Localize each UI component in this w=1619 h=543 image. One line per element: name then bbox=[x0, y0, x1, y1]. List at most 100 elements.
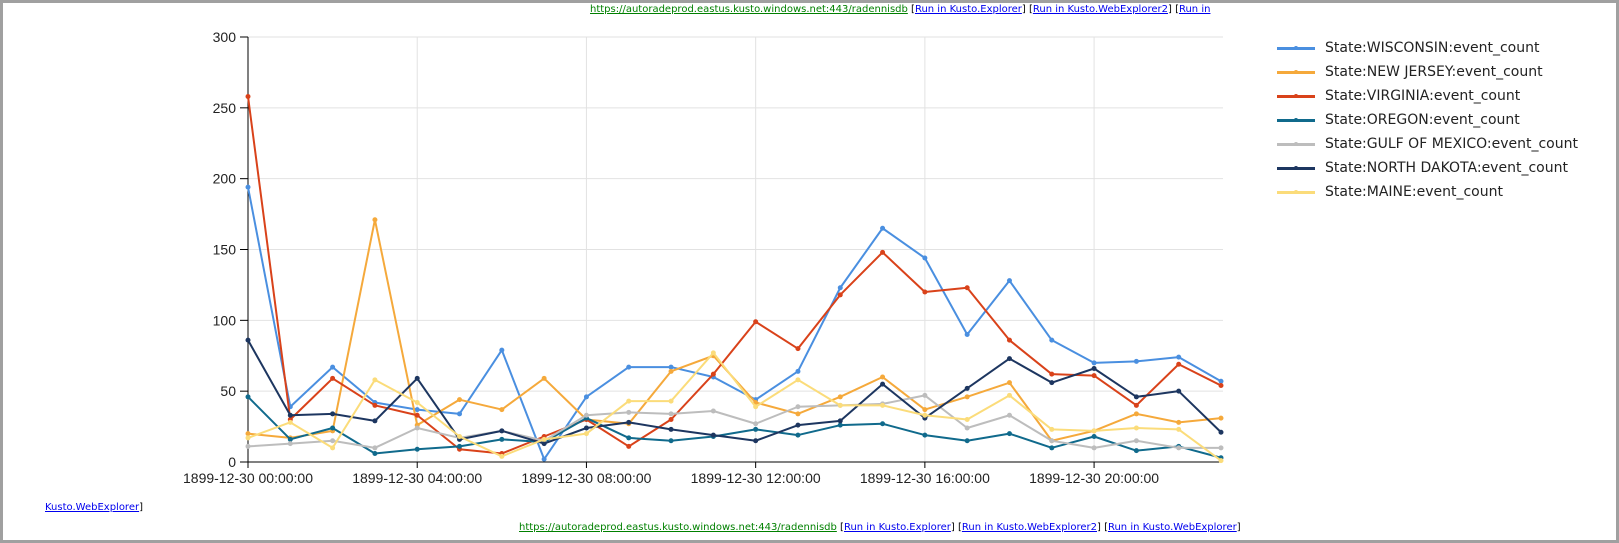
data-point bbox=[837, 394, 843, 400]
legend-label: State:GULF OF MEXICO:event_count bbox=[1325, 136, 1578, 152]
data-point bbox=[287, 419, 293, 425]
y-tick-label: 100 bbox=[213, 312, 237, 328]
data-point bbox=[710, 350, 716, 356]
data-point bbox=[1133, 411, 1139, 417]
data-point bbox=[541, 436, 547, 442]
data-point bbox=[668, 417, 674, 422]
legend-item[interactable]: State:VIRGINIA:event_count bbox=[1277, 84, 1578, 108]
y-tick-label: 0 bbox=[228, 454, 236, 470]
data-point bbox=[1176, 419, 1182, 425]
bottom-links: https://autoradeprod.eastus.kusto.window… bbox=[519, 522, 1241, 533]
data-point bbox=[880, 249, 886, 255]
data-point bbox=[880, 402, 886, 408]
data-point bbox=[710, 408, 716, 414]
series-line-2 bbox=[247, 96, 1222, 455]
data-point bbox=[414, 407, 420, 413]
data-point bbox=[541, 456, 547, 462]
data-point bbox=[626, 364, 632, 370]
data-point bbox=[499, 347, 505, 353]
data-point bbox=[1049, 371, 1055, 377]
data-point bbox=[583, 431, 589, 437]
data-point bbox=[795, 411, 801, 417]
run-kusto-webexplorer-link[interactable]: Run in Kusto.WebExplorer bbox=[1108, 522, 1237, 533]
data-point bbox=[541, 375, 547, 381]
data-point bbox=[922, 289, 928, 295]
legend-item[interactable]: State:OREGON:event_count bbox=[1277, 108, 1578, 132]
data-point bbox=[1006, 431, 1012, 437]
data-point bbox=[583, 425, 589, 431]
data-point bbox=[668, 411, 674, 417]
legend-label: State:NORTH DAKOTA:event_count bbox=[1325, 160, 1568, 176]
data-point bbox=[964, 332, 970, 337]
data-point bbox=[964, 417, 970, 422]
data-point bbox=[457, 434, 463, 439]
y-tick-label: 200 bbox=[213, 171, 237, 187]
legend-label: State:WISCONSIN:event_count bbox=[1325, 40, 1540, 56]
data-point bbox=[795, 422, 801, 428]
data-point bbox=[922, 412, 928, 418]
data-point bbox=[1006, 380, 1012, 386]
data-point bbox=[795, 432, 801, 438]
x-tick-label: 1899-12-30 08:00:00 bbox=[521, 470, 651, 486]
data-point bbox=[414, 446, 420, 452]
data-point bbox=[1133, 438, 1139, 444]
data-point bbox=[1176, 445, 1182, 451]
data-point bbox=[753, 404, 759, 410]
data-point bbox=[457, 443, 463, 449]
data-point bbox=[753, 438, 759, 444]
data-point bbox=[795, 377, 801, 383]
data-point bbox=[753, 426, 759, 432]
run-kusto-explorer-link[interactable]: Run in Kusto.Explorer bbox=[844, 522, 951, 533]
data-point bbox=[330, 425, 336, 431]
data-point bbox=[372, 402, 378, 408]
data-point bbox=[1049, 445, 1055, 451]
data-point bbox=[414, 412, 420, 418]
data-point bbox=[1091, 366, 1097, 371]
data-point bbox=[330, 438, 336, 444]
data-point bbox=[626, 443, 632, 449]
data-point bbox=[1176, 361, 1182, 367]
data-point bbox=[372, 445, 378, 451]
data-point bbox=[1176, 354, 1182, 360]
data-point bbox=[583, 412, 589, 418]
data-point bbox=[880, 225, 886, 231]
run-kusto-webexplorer-link-wrapped[interactable]: Kusto.WebExplorer bbox=[45, 502, 139, 513]
wrapped-link-line: Kusto.WebExplorer] bbox=[45, 502, 143, 514]
data-point bbox=[330, 445, 336, 451]
run-kusto-webexplorer2-link[interactable]: Run in Kusto.WebExplorer2 bbox=[962, 522, 1097, 533]
data-point bbox=[245, 394, 251, 400]
legend-item[interactable]: State:MAINE:event_count bbox=[1277, 180, 1578, 204]
data-point bbox=[1218, 445, 1224, 451]
x-tick-label: 1899-12-30 20:00:00 bbox=[1029, 470, 1159, 486]
data-point bbox=[1091, 360, 1097, 366]
legend-label: State:NEW JERSEY:event_count bbox=[1325, 64, 1543, 80]
data-point bbox=[414, 400, 420, 405]
data-point bbox=[1006, 392, 1012, 398]
data-point bbox=[1176, 388, 1182, 394]
legend-swatch bbox=[1277, 69, 1315, 74]
data-point bbox=[922, 432, 928, 438]
data-point bbox=[499, 453, 505, 459]
data-point bbox=[1133, 394, 1139, 400]
data-point bbox=[457, 411, 463, 417]
legend-item[interactable]: State:NEW JERSEY:event_count bbox=[1277, 60, 1578, 84]
legend-item[interactable]: State:NORTH DAKOTA:event_count bbox=[1277, 156, 1578, 180]
legend-item[interactable]: State:WISCONSIN:event_count bbox=[1277, 36, 1578, 60]
data-point bbox=[1006, 412, 1012, 418]
data-point bbox=[880, 421, 886, 427]
data-point bbox=[1006, 278, 1012, 284]
data-point bbox=[1091, 434, 1097, 439]
data-point bbox=[330, 375, 336, 381]
data-point bbox=[372, 418, 378, 424]
data-point bbox=[457, 397, 463, 403]
series-line-1 bbox=[247, 218, 1222, 442]
connection-link[interactable]: https://autoradeprod.eastus.kusto.window… bbox=[519, 522, 837, 533]
data-point bbox=[1218, 383, 1224, 388]
legend-swatch bbox=[1277, 45, 1315, 50]
data-point bbox=[1091, 428, 1097, 434]
data-point bbox=[626, 409, 632, 415]
data-point bbox=[1049, 438, 1055, 444]
legend-item[interactable]: State:GULF OF MEXICO:event_count bbox=[1277, 132, 1578, 156]
data-point bbox=[837, 292, 843, 298]
data-point bbox=[964, 285, 970, 291]
